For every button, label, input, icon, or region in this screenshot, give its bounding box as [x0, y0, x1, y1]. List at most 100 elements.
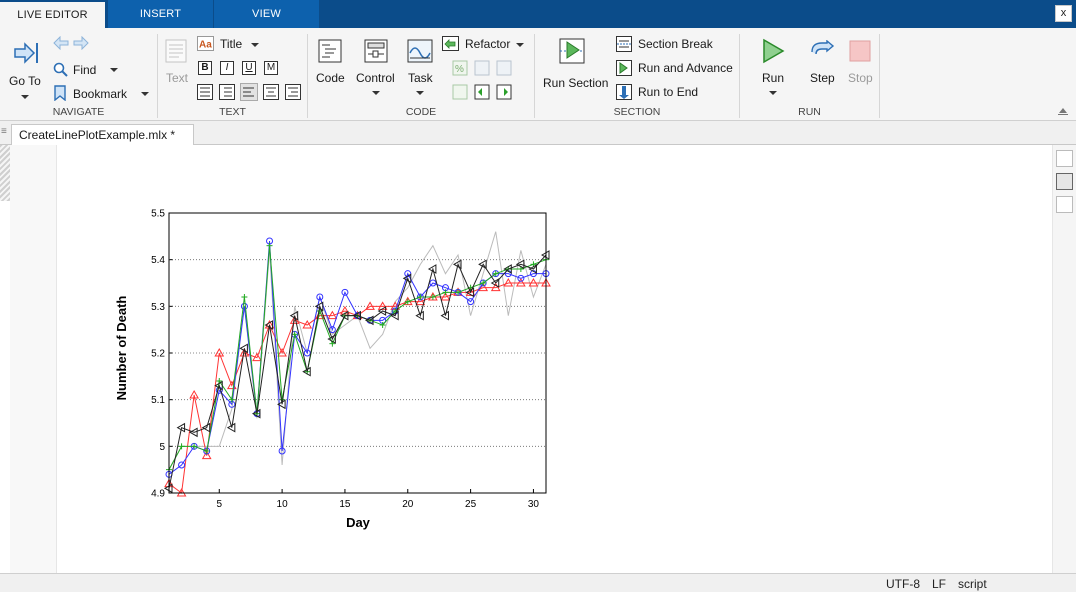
numbered-list-icon[interactable]	[219, 84, 235, 100]
code-button[interactable]: Code	[316, 71, 345, 85]
text-section: Text Aa Title B I U M TEXT	[158, 34, 308, 118]
x-tick-label: 15	[339, 499, 351, 510]
chevron-down-icon[interactable]	[141, 92, 149, 96]
section-break-button[interactable]: Section Break	[638, 37, 713, 51]
run-button[interactable]: Run	[762, 71, 784, 85]
x-tick-label: 20	[402, 499, 414, 510]
status-bar: UTF-8 LF script	[0, 573, 1076, 592]
step-button[interactable]: Step	[810, 71, 835, 85]
run-section-button[interactable]: Run Section	[543, 76, 608, 90]
section-section: Run Section Section Break Run and Advanc…	[535, 34, 740, 118]
run-to-end-button[interactable]: Run to End	[638, 85, 698, 99]
series-2	[165, 237, 550, 478]
section-break-icon	[616, 36, 632, 52]
x-axis-label: Day	[346, 515, 371, 530]
series-lines	[163, 231, 551, 497]
run-section: Run Step Stop RUN	[740, 34, 880, 118]
title-button[interactable]: Title	[220, 37, 242, 51]
code-section-label: CODE	[405, 106, 437, 118]
x-tick-labels: 5 10 15 20 25 30	[216, 489, 539, 510]
x-tick-label: 5	[216, 499, 222, 510]
tab-insert[interactable]: INSERT	[108, 0, 213, 28]
find-button[interactable]: Find	[73, 63, 96, 77]
editor-gutter	[10, 145, 56, 573]
refactor-icon	[442, 36, 459, 51]
chevron-down-icon[interactable]	[516, 43, 524, 47]
y-axis-label: Number of Death	[114, 296, 129, 401]
control-icon	[364, 39, 388, 63]
y-tick-label: 5.1	[151, 395, 165, 406]
y-tick-label: 5.4	[151, 255, 165, 266]
chevron-down-icon	[21, 95, 29, 99]
close-button[interactable]: x	[1055, 5, 1072, 22]
align-right-icon[interactable]	[285, 84, 301, 100]
y-tick-label: 5.3	[151, 302, 165, 313]
back-forward-icon[interactable]	[52, 36, 90, 50]
collapse-ribbon-icon[interactable]	[1058, 107, 1068, 115]
x-tick-label: 10	[277, 499, 289, 510]
series-line	[168, 254, 547, 489]
section-section-label: SECTION	[613, 106, 661, 118]
italic-button[interactable]: I	[220, 61, 234, 75]
y-tick-label: 5.2	[151, 349, 165, 360]
navigate-section: Go To Find Bookmark NAVIGATE	[0, 34, 158, 118]
task-icon	[407, 39, 433, 63]
y-tick-label: 4.9	[151, 489, 165, 500]
code-icon	[318, 39, 342, 63]
task-button[interactable]: Task	[408, 71, 433, 85]
code-section: Code Control Task Refactor % CODE	[308, 34, 535, 118]
bold-button[interactable]: B	[198, 61, 212, 75]
series-line	[168, 231, 547, 470]
text-button[interactable]: Text	[166, 71, 188, 85]
search-icon	[53, 62, 68, 77]
hide-code-icon[interactable]	[1056, 196, 1073, 213]
file-type-status: script	[958, 577, 987, 591]
output-right-icon[interactable]	[1056, 150, 1073, 167]
grid-lines	[169, 212, 546, 494]
ribbon-tab-strip: LIVE EDITOR INSERT VIEW x	[0, 0, 1076, 28]
chevron-down-icon[interactable]	[110, 68, 118, 72]
tab-menu-icon[interactable]: ≡	[1, 126, 7, 137]
x-tick-label: 25	[465, 499, 477, 510]
document-tab-bar: ≡ CreateLinePlotExample.mlx *	[0, 121, 1076, 145]
y-tick-label: 5	[159, 442, 165, 453]
align-center-icon[interactable]	[263, 84, 279, 100]
underline-button[interactable]: U	[242, 61, 256, 75]
chevron-down-icon[interactable]	[251, 43, 259, 47]
tab-view[interactable]: VIEW	[214, 0, 319, 28]
y-tick-labels: 4.9 5 5.1 5.2 5.3 5.4 5.5	[151, 209, 173, 500]
run-section-label: RUN	[798, 106, 821, 118]
series-0	[168, 231, 547, 470]
bookmark-icon	[54, 85, 66, 101]
align-left-icon[interactable]	[240, 83, 258, 101]
goto-label: Go To	[9, 74, 41, 88]
plot-axes-box	[168, 212, 547, 494]
output-inline-icon[interactable]	[1056, 173, 1073, 190]
bookmark-button[interactable]: Bookmark	[73, 87, 127, 101]
run-to-end-icon	[616, 84, 632, 100]
refactor-button[interactable]: Refactor	[465, 37, 510, 51]
chevron-down-icon[interactable]	[769, 91, 777, 95]
stop-button[interactable]: Stop	[848, 71, 873, 85]
encoding-status: UTF-8	[886, 577, 920, 591]
monospace-button[interactable]: M	[264, 61, 278, 75]
x-tick-label: 30	[528, 499, 540, 510]
series-line	[168, 245, 547, 470]
line-plot-figure[interactable]: 4.9 5 5.1 5.2 5.3 5.4 5.5 5 10 15 20 25 30 Day Numb…	[100, 195, 560, 540]
tab-live-editor[interactable]: LIVE EDITOR	[0, 0, 105, 28]
run-and-advance-button[interactable]: Run and Advance	[638, 61, 733, 75]
run-section-icon	[559, 38, 585, 64]
bullet-list-icon[interactable]	[197, 84, 213, 100]
view-toggle-pane	[1053, 145, 1076, 573]
control-button[interactable]: Control	[356, 71, 395, 85]
comment-icon[interactable]: %	[452, 60, 516, 106]
svg-text:%: %	[455, 64, 464, 75]
y-tick-label: 5.5	[151, 209, 165, 220]
run-and-advance-icon	[616, 60, 632, 76]
section-indicator	[0, 145, 10, 201]
chevron-down-icon[interactable]	[416, 91, 424, 95]
document-tab[interactable]: CreateLinePlotExample.mlx *	[11, 124, 194, 145]
series-line	[168, 240, 546, 475]
goto-button[interactable]: Go To	[4, 38, 46, 100]
chevron-down-icon[interactable]	[372, 91, 380, 95]
